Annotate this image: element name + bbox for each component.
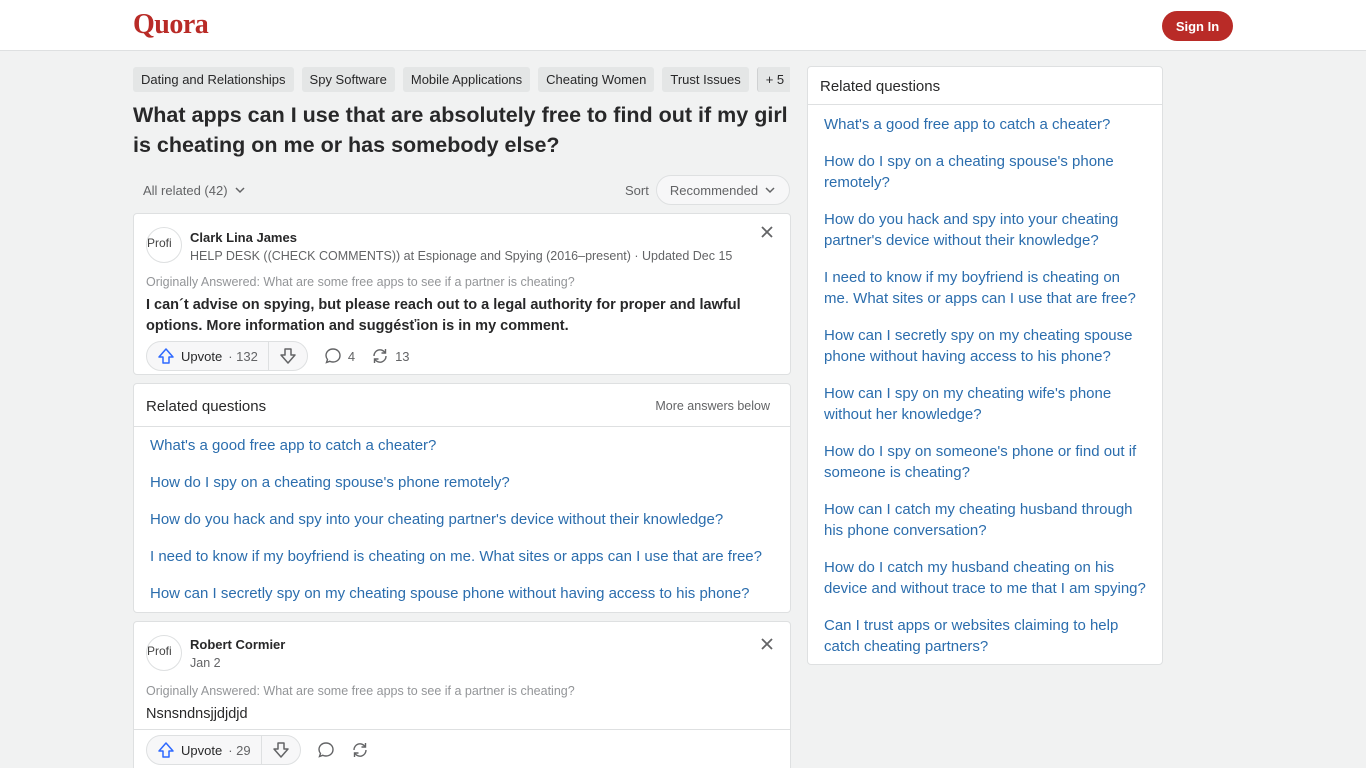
related-question-link[interactable]: How can I secretly spy on my cheating sp…: [150, 585, 750, 602]
topic-tags: Dating and Relationships Spy Software Mo…: [133, 67, 790, 92]
related-question-link[interactable]: Can I trust apps or websites claiming to…: [824, 615, 1148, 657]
originally-answered[interactable]: Originally Answered: What are some free …: [146, 275, 575, 289]
comment-icon: [324, 347, 342, 365]
topic-tag[interactable]: Trust Issues: [662, 67, 749, 92]
comment-button[interactable]: [317, 741, 335, 759]
related-questions-inline: Related questions More answers below Wha…: [133, 383, 791, 613]
avatar[interactable]: Profi: [146, 227, 182, 263]
top-bar: Quora Sign In: [0, 0, 1366, 51]
upvote-label: Upvote: [181, 742, 223, 758]
related-question-link[interactable]: How do I catch my husband cheating on hi…: [824, 557, 1148, 599]
related-question-link[interactable]: What's a good free app to catch a cheate…: [150, 437, 436, 454]
sort-dropdown[interactable]: Recommended: [656, 175, 790, 205]
share-button[interactable]: 13: [371, 347, 410, 365]
originally-answered[interactable]: Originally Answered: What are some free …: [146, 684, 575, 698]
upvote-count: · 29: [228, 742, 251, 758]
upvote-count: · 132: [228, 348, 258, 364]
topic-tag[interactable]: Cheating Women: [538, 67, 655, 92]
downvote-button[interactable]: [269, 342, 307, 370]
related-question-link[interactable]: I need to know if my boyfriend is cheati…: [824, 267, 1148, 309]
comment-icon: [317, 741, 335, 759]
divider: [808, 104, 1162, 105]
more-answers-below: More answers below: [655, 399, 770, 413]
related-question-link[interactable]: I need to know if my boyfriend is cheati…: [150, 548, 762, 565]
upvote-arrow-icon: [157, 347, 175, 365]
answer-actions: Upvote · 132 4 13: [146, 341, 410, 371]
related-question-link[interactable]: How do you hack and spy into your cheati…: [824, 209, 1148, 251]
all-related-dropdown[interactable]: All related (42): [143, 180, 246, 200]
related-question-link[interactable]: How can I secretly spy on my cheating sp…: [824, 325, 1148, 367]
related-question-link[interactable]: How do I spy on a cheating spouse's phon…: [150, 474, 510, 491]
avatar[interactable]: Profi: [146, 635, 182, 671]
answer-card: Profi Robert Cormier Jan 2 Originally An…: [133, 621, 791, 768]
sort-label: Sort: [625, 183, 649, 198]
related-questions-title: Related questions: [820, 78, 941, 95]
related-question-link[interactable]: How can I spy on my cheating wife's phon…: [824, 383, 1148, 425]
question-title: What apps can I use that are absolutely …: [133, 103, 788, 157]
related-questions-title: Related questions: [146, 398, 267, 415]
answer-text: I can´t advise on spying, but please rea…: [146, 297, 741, 334]
author-credential: HELP DESK ((CHECK COMMENTS)) at Espionag…: [190, 249, 733, 263]
close-icon[interactable]: [760, 225, 774, 239]
related-question-link[interactable]: How do I spy on someone's phone or find …: [824, 441, 1148, 483]
related-question-link[interactable]: How can I catch my cheating husband thro…: [824, 499, 1148, 541]
upvote-label: Upvote: [181, 348, 223, 364]
sign-in-button[interactable]: Sign In: [1162, 11, 1233, 41]
topic-tag[interactable]: Mobile Applications: [402, 67, 531, 92]
related-question-link[interactable]: What's a good free app to catch a cheate…: [824, 114, 1148, 135]
answer-text: Nsnsndnsjjdjdjd: [146, 706, 248, 722]
divider: [134, 729, 790, 730]
topic-tag[interactable]: Dating and Relationships: [133, 67, 294, 92]
related-question-link[interactable]: How do I spy on a cheating spouse's phon…: [824, 151, 1148, 193]
comment-count: 4: [347, 348, 356, 364]
downvote-button[interactable]: [262, 736, 300, 764]
share-icon: [351, 741, 369, 759]
upvote-arrow-icon: [157, 741, 175, 759]
answer-actions: Upvote · 29: [146, 735, 369, 765]
downvote-arrow-icon: [279, 347, 297, 365]
related-questions-sidebar: Related questions What's a good free app…: [807, 66, 1163, 665]
comment-button[interactable]: 4: [324, 347, 355, 365]
author-name[interactable]: Robert Cormier: [190, 637, 285, 652]
related-question-link[interactable]: How do you hack and spy into your cheati…: [150, 511, 723, 528]
chevron-down-icon: [764, 184, 776, 196]
author-name[interactable]: Clark Lina James: [190, 230, 297, 245]
answer-card: Profi Clark Lina James HELP DESK ((CHECK…: [133, 213, 791, 375]
upvote-button[interactable]: Upvote · 29: [147, 736, 262, 764]
chevron-down-icon: [234, 184, 246, 196]
upvote-button[interactable]: Upvote · 132: [147, 342, 269, 370]
vote-group: Upvote · 132: [146, 341, 308, 371]
all-related-label: All related (42): [143, 182, 228, 198]
divider: [134, 426, 790, 427]
more-topics-button[interactable]: + 5: [756, 67, 790, 92]
topic-tag[interactable]: Spy Software: [301, 67, 395, 92]
sort-value: Recommended: [669, 182, 759, 198]
close-icon[interactable]: [760, 637, 774, 651]
share-button[interactable]: [351, 741, 369, 759]
quora-logo[interactable]: Quora: [133, 9, 209, 41]
answer-date: Jan 2: [190, 656, 221, 670]
downvote-arrow-icon: [272, 741, 290, 759]
share-icon: [371, 347, 389, 365]
share-count: 13: [395, 348, 410, 364]
vote-group: Upvote · 29: [146, 735, 301, 765]
